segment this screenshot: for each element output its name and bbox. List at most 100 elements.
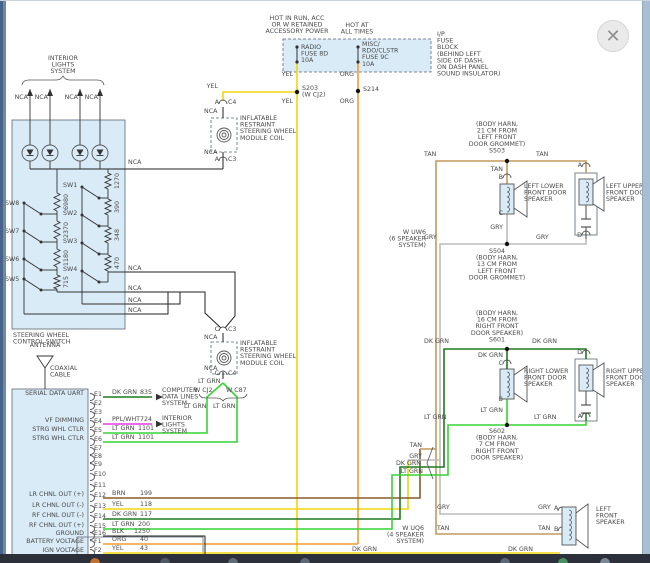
wire-e5-color: LT GRN bbox=[112, 425, 135, 432]
ltgrn-right-label: LT GRN bbox=[213, 403, 236, 410]
sw3-label: SW3 bbox=[63, 238, 77, 245]
switch-sw5-contact bbox=[23, 278, 26, 281]
coil1-pin-a-bot: A bbox=[215, 156, 220, 163]
pin-E8: E8 bbox=[94, 453, 102, 460]
wire-e12-color: BRN bbox=[112, 490, 126, 497]
ign-label: IGN VOLTAGE bbox=[42, 547, 84, 554]
res-470: 470 bbox=[114, 257, 121, 269]
switch-sw8-contact bbox=[23, 202, 26, 205]
pin-b-rl: B bbox=[499, 396, 503, 403]
org-label-2: ORG bbox=[340, 98, 354, 105]
pin-d-lu: D bbox=[577, 232, 582, 239]
sw8-label: SW8 bbox=[5, 200, 19, 207]
coax-label: COAXIALCABLE bbox=[50, 365, 78, 379]
wire-e14-ckt: 117 bbox=[140, 511, 152, 518]
interior-lights-label: INTERIORLIGHTSSYSTEM bbox=[48, 55, 79, 75]
splice-dot bbox=[505, 242, 509, 246]
gry4-label-right: GRY bbox=[538, 504, 551, 511]
nca-coil1-top: NCA bbox=[204, 108, 218, 115]
tan-label-left: TAN bbox=[423, 151, 437, 158]
pin-c-ll: C bbox=[499, 210, 504, 217]
coil2-label: INFLATABLERESTRAINTSTEERING WHEELMODULE … bbox=[240, 340, 297, 367]
right-lower-front-door-speaker bbox=[500, 369, 514, 399]
coil1-box bbox=[211, 118, 237, 152]
pin-E9: E9 bbox=[94, 461, 102, 468]
pin-connector-arc bbox=[219, 327, 227, 331]
pin-E6: E6 bbox=[94, 436, 102, 443]
pin-E5: E5 bbox=[94, 427, 102, 434]
sw2-label: SW2 bbox=[63, 210, 77, 217]
res-1270: 1270 bbox=[114, 173, 121, 189]
sw1-label: SW1 bbox=[63, 182, 77, 189]
splice-dot bbox=[295, 90, 299, 94]
wire-e16-color: BLK bbox=[112, 528, 125, 535]
switch-sw1-contact bbox=[98, 197, 101, 200]
dkgrn-partial-2: DK GRN bbox=[508, 546, 533, 553]
pin-a-lu: A bbox=[578, 162, 583, 169]
ltgrn-label-left2: LT GRN bbox=[424, 414, 447, 421]
lr-minus-label: LR CHNL OUT (-) bbox=[32, 502, 84, 509]
wire-f1-color: ORG bbox=[112, 536, 126, 543]
pin-E2: E2 bbox=[94, 400, 102, 407]
wire-f2-color: YEL bbox=[111, 545, 124, 552]
wire-e14-color: DK GRN bbox=[112, 511, 137, 518]
nca-arrow-1: NCA bbox=[15, 94, 29, 101]
pin-E3: E3 bbox=[94, 409, 102, 416]
left-front-spk-label: LEFTFRONTSPEAKER bbox=[596, 506, 625, 526]
s601-note: (BODY HARN,16 CM FROMRIGHT FRONTDOOR SPE… bbox=[471, 310, 523, 343]
sw5-label: SW5 bbox=[5, 276, 19, 283]
tan4-label-left: TAN bbox=[436, 525, 450, 532]
interior-lights-label-2: INTERIORLIGHTSSYSTEM bbox=[162, 415, 193, 435]
close-icon[interactable]: ✕ bbox=[597, 20, 629, 52]
left-front-speaker-cone bbox=[576, 504, 588, 548]
taskbar-icon-6[interactable] bbox=[558, 558, 568, 563]
ltgrn-label-right2: LT GRN bbox=[534, 414, 557, 421]
taskbar-icon-4[interactable] bbox=[300, 558, 310, 563]
sw4-label: SW4 bbox=[63, 266, 77, 273]
wire-e13-ckt: 118 bbox=[140, 501, 152, 508]
wiring-diagram-page: E1E2E3E4E5E6E7E8E9E10E11E12E13E14E15E16F… bbox=[0, 0, 650, 563]
strg-ctlr-label-2: STRG WHL CTLR bbox=[32, 435, 84, 442]
taskbar-icon-1[interactable] bbox=[90, 558, 100, 563]
wire-e13-color: YEL bbox=[111, 501, 124, 508]
pin-E1: E1 bbox=[94, 391, 102, 398]
nca-arrow-2: NCA bbox=[35, 94, 49, 101]
yel-label-1: YEL bbox=[281, 71, 294, 78]
wire-f2-ckt: 43 bbox=[140, 545, 148, 552]
harness-tan-label: TAN bbox=[409, 442, 423, 449]
taskbar-icon-7[interactable] bbox=[600, 558, 610, 563]
taskbar-icon-3[interactable] bbox=[228, 558, 238, 563]
pin-F1: F1 bbox=[94, 538, 102, 545]
nca-out-2: NCA bbox=[128, 285, 142, 292]
taskbar-icon-2[interactable] bbox=[160, 558, 170, 563]
wire-e6-color: LT GRN bbox=[112, 434, 135, 441]
rf-plus-label: RF CHNL OUT (+) bbox=[29, 522, 84, 529]
s602-note: S602(BODY HARN,7 CM FROMRIGHT FRONTDOOR … bbox=[471, 428, 523, 461]
taskbar-icon-5[interactable] bbox=[500, 558, 510, 563]
switch-sw4-contact bbox=[98, 281, 101, 284]
brace-glyph bbox=[22, 76, 104, 85]
s503-note: (BODY HARN,21 CM FROMLEFT FRONTDOOR GROM… bbox=[469, 121, 526, 154]
nca-bus-label: NCA bbox=[128, 159, 142, 166]
wire-e4-color: PPL/WHT bbox=[112, 416, 140, 423]
coil2-conn-c3: C3 bbox=[228, 326, 236, 333]
pin-E16: E16 bbox=[94, 530, 106, 537]
tan4-label-right: TAN bbox=[537, 525, 551, 532]
pin-d-ru: D bbox=[577, 349, 582, 356]
switch-sw4-contact bbox=[81, 270, 84, 273]
hot-run-label: HOT IN RUN, ACCOR W RETAINEDACCESSORY PO… bbox=[265, 15, 329, 35]
pin-b-ll: B bbox=[499, 174, 503, 181]
pin-E12: E12 bbox=[94, 492, 106, 499]
switch-sw6-contact bbox=[40, 269, 43, 272]
switch-sw2-contact bbox=[98, 225, 101, 228]
splice-dot bbox=[505, 159, 509, 163]
coil1-label: INFLATABLERESTRAINTSTEERING WHEELMODULE … bbox=[240, 115, 297, 142]
res-348: 348 bbox=[114, 229, 121, 241]
window-right-scroll-strip[interactable] bbox=[642, 1, 650, 563]
antenna-label: ANTENNA bbox=[30, 342, 61, 349]
pin-E10: E10 bbox=[94, 471, 106, 478]
fuse-misc bbox=[356, 60, 359, 63]
tan-label-mid: TAN bbox=[490, 166, 504, 173]
wire-e1-color: DK GRN bbox=[112, 389, 137, 396]
pin-E11: E11 bbox=[94, 482, 106, 489]
